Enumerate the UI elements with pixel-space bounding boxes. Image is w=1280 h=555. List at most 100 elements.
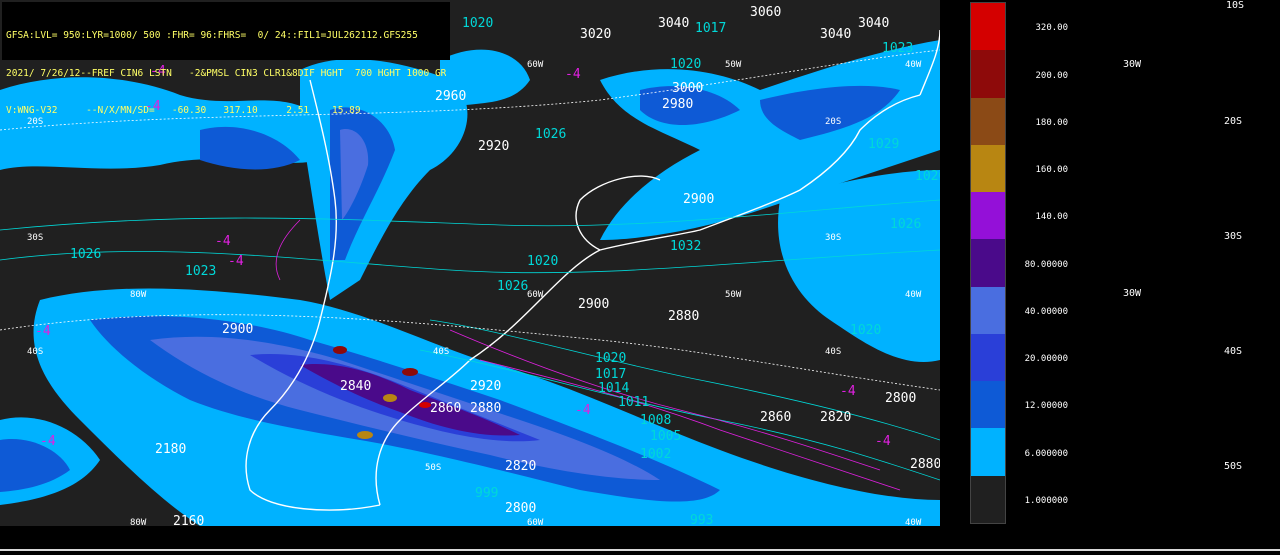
- header-line-3: V:WNG-V32 --N/X/MN/SD= -60.30 317.10 2.5…: [6, 105, 361, 116]
- legend-swatch: [971, 381, 1005, 429]
- isobar-label: 1002: [640, 447, 671, 462]
- contour-label: 3000: [672, 81, 703, 96]
- grid-label: 60W: [527, 290, 544, 300]
- legend-swatch: [971, 192, 1005, 240]
- grid-label: 40S: [825, 347, 841, 357]
- contour-label: 2820: [820, 410, 851, 425]
- grid-label: 30S: [27, 233, 43, 243]
- contour-label: 2880: [668, 309, 699, 324]
- isobar-label: 1020: [850, 323, 881, 338]
- magenta-label: -4: [228, 254, 244, 269]
- contour-label: 2880: [470, 401, 501, 416]
- legend-label: 320.00: [1035, 23, 1068, 34]
- isobar-label: 1026: [890, 217, 921, 232]
- magenta-label: -4: [215, 234, 231, 249]
- isobar-label: 1011: [618, 395, 649, 410]
- isobar-label: 993: [690, 513, 713, 526]
- magenta-label: -4: [40, 434, 56, 449]
- isobar-label: 1008: [640, 413, 671, 428]
- grid-label-30s: 30S: [1224, 231, 1243, 242]
- isobar-label: 1020: [595, 351, 626, 366]
- legend-swatch: [971, 97, 1005, 146]
- contour-label: 2900: [222, 322, 253, 337]
- contour-label: 3040: [658, 16, 689, 31]
- isobar-label: 1026: [497, 279, 528, 294]
- contour-label: 3020: [580, 27, 611, 42]
- legend-swatch: [971, 286, 1005, 335]
- contour-label: 2900: [683, 192, 714, 207]
- contour-label: 2860: [760, 410, 791, 425]
- legend-label: 20.00000: [1024, 354, 1068, 365]
- grid-label: 40W: [905, 60, 922, 70]
- grid-label: 60W: [527, 518, 544, 526]
- magenta-label: -4: [840, 384, 856, 399]
- grid-label: 20S: [825, 117, 841, 127]
- contour-label: 3040: [858, 16, 889, 31]
- legend-swatch: [971, 3, 1005, 51]
- grid-label: 80W: [130, 290, 147, 300]
- legend-label: 200.00: [1035, 70, 1068, 81]
- isobar-label: 999: [475, 486, 498, 501]
- grid-label: 30S: [825, 233, 841, 243]
- contour-label: 2900: [578, 297, 609, 312]
- legend-label: 1.000000: [1024, 496, 1068, 506]
- bottom-divider: [0, 549, 1280, 551]
- legend-label: 6.000000: [1024, 448, 1068, 459]
- legend-swatch: [971, 144, 1005, 193]
- isobar-label: 1026: [915, 169, 940, 184]
- legend-label: 12.00000: [1024, 401, 1068, 412]
- isobar-label: 1014: [598, 381, 629, 396]
- isobar-label: 1005: [650, 429, 681, 444]
- grid-label: 50W: [725, 290, 742, 300]
- contour-label: 2860: [430, 401, 461, 416]
- isobar-label: 1020: [527, 254, 558, 269]
- grid-label-20s: 20S: [1224, 116, 1243, 127]
- isobar-label: 1020: [670, 57, 701, 72]
- legend-label: 160.00: [1035, 165, 1068, 176]
- grid-label-30w-b: 30W: [1123, 288, 1142, 299]
- legend-swatch: [971, 475, 1005, 524]
- color-legend: [970, 2, 1006, 524]
- grid-label-40s: 40S: [1224, 346, 1243, 357]
- legend-swatch: [971, 50, 1005, 99]
- map-panel: 3040 3060 3040 3020 3040 3000 2980 2960 …: [0, 0, 940, 526]
- isobar-label: 1026: [70, 247, 101, 262]
- magenta-label: -4: [875, 434, 891, 449]
- grid-label: 40S: [27, 347, 43, 357]
- legend-label: 140.00: [1035, 212, 1068, 223]
- legend-swatch: [971, 239, 1005, 288]
- grid-label: 50S: [425, 463, 441, 473]
- grid-label-50s: 50S: [1224, 461, 1243, 472]
- contour-label: 2800: [885, 391, 916, 406]
- contour-label: 2840: [340, 379, 371, 394]
- header-info: GFSA:LVL= 950:LYR=1000/ 500 :FHR= 96:FHR…: [2, 2, 450, 116]
- grid-label-30w-a: 30W: [1123, 59, 1142, 70]
- magenta-label: -4: [575, 403, 591, 418]
- grid-label: 50W: [725, 60, 742, 70]
- isobar-label: 1029: [868, 137, 899, 152]
- contour-label: 2180: [155, 442, 186, 457]
- grid-label: 60W: [527, 60, 544, 70]
- contour-label: 2920: [478, 139, 509, 154]
- magenta-label: -4: [565, 67, 581, 82]
- legend-label: 180.00: [1035, 117, 1068, 128]
- isobar-label: 1032: [670, 239, 701, 254]
- isobar-label: 1026: [535, 127, 566, 142]
- contour-label: 2820: [505, 459, 536, 474]
- grid-label-top: 10S: [1226, 0, 1245, 11]
- contour-label: 2980: [662, 97, 693, 112]
- isobar-label: 1023: [185, 264, 216, 279]
- isobar-label: 1017: [595, 367, 626, 382]
- contour-label: 3040: [820, 27, 851, 42]
- contour-label: 2880: [910, 457, 940, 472]
- isobar-label: 1020: [462, 16, 493, 31]
- grid-label: 40S: [433, 347, 449, 357]
- legend-label: 40.00000: [1024, 306, 1068, 317]
- header-line-1: GFSA:LVL= 950:LYR=1000/ 500 :FHR= 96:FHR…: [6, 30, 418, 41]
- header-line-2: 2021/ 7/26/12--FREF CIN6 LSTN -2&PMSL CI…: [6, 67, 446, 79]
- legend-label: 80.00000: [1024, 259, 1068, 270]
- legend-swatch: [971, 333, 1005, 382]
- isobar-label: 1017: [695, 21, 726, 36]
- magenta-label: -4: [35, 324, 51, 339]
- contour-label: 3060: [750, 5, 781, 20]
